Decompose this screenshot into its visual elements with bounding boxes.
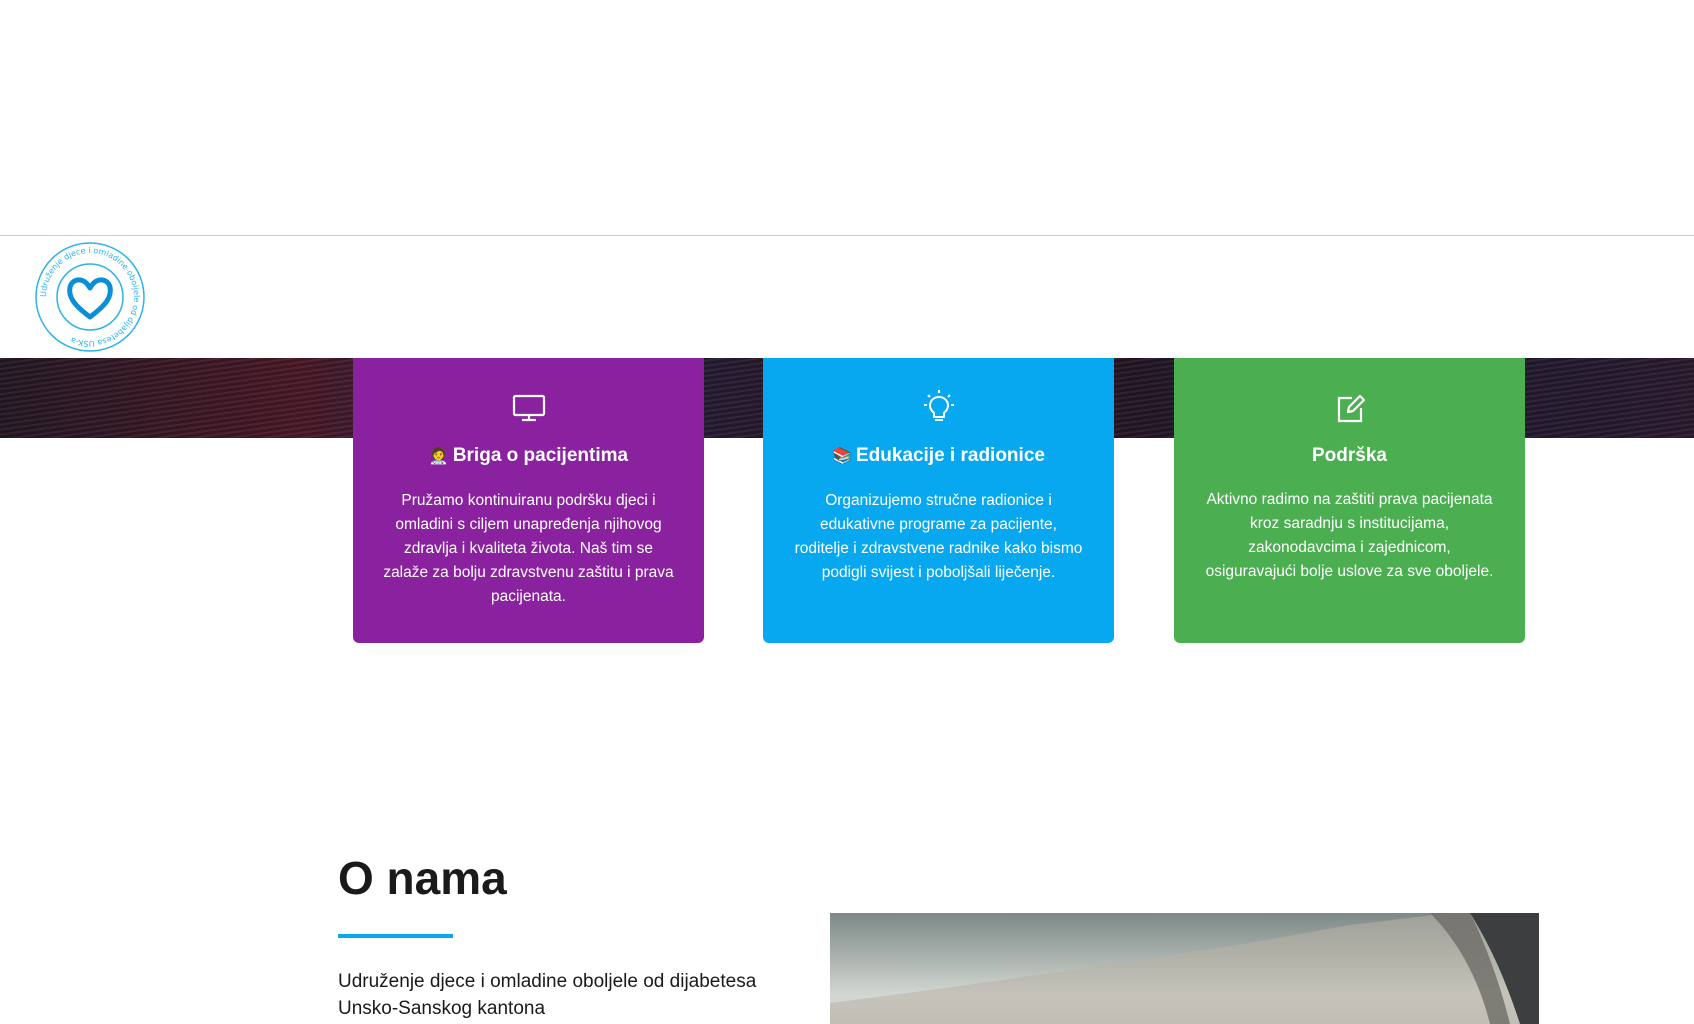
about-photo <box>830 913 1539 1024</box>
header-divider <box>0 235 1694 236</box>
card-title: Podrška <box>1312 445 1387 466</box>
lightbulb-icon <box>923 390 954 421</box>
edit-icon <box>1337 394 1365 423</box>
card-education: 📚 Edukacije i radionice Organizujemo stru… <box>763 358 1114 643</box>
about-underline <box>338 934 453 938</box>
monitor-icon <box>512 394 545 422</box>
about-photo-art <box>830 913 1539 1024</box>
card-support: Podrška Aktivno radimo na zaštiti prava … <box>1174 358 1525 643</box>
card-title: 🧑‍⚕️ Briga o pacijentima <box>428 445 629 466</box>
card-patient-care: 🧑‍⚕️ Briga o pacijentima Pružamo kontinui… <box>353 358 704 643</box>
card-text: Organizujemo stručne radionice i edukati… <box>794 492 1083 581</box>
card-text: Aktivno radimo na zaštiti prava pacijena… <box>1205 491 1494 580</box>
about-text: Udruženje djece i omladine oboljele od d… <box>338 971 757 1019</box>
card-emoji: 🧑‍⚕️ <box>428 448 449 465</box>
site-logo[interactable]: Udruženje djece i omladine oboljele od d… <box>34 241 146 353</box>
card-emoji: 📚 <box>832 448 852 465</box>
card-text: Pružamo kontinuiranu podršku djeci i oml… <box>383 492 674 605</box>
about-title: O nama <box>338 852 507 904</box>
card-title: 📚 Edukacije i radionice <box>832 445 1045 466</box>
